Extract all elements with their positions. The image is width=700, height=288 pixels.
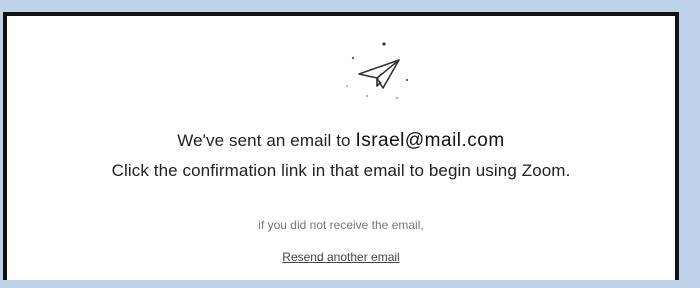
sent-message: We've sent an email to Israel@mail.com — [7, 130, 675, 152]
no-email-hint: if you did not receive the email, — [258, 218, 424, 232]
sent-message-text: We've sent an email to — [177, 131, 356, 150]
confirmation-instruction: Click the confirmation link in that emai… — [111, 161, 571, 180]
paper-plane-icon — [346, 42, 409, 99]
resend-email-link[interactable]: Resend another email — [282, 250, 399, 264]
resend-container: Resend another email — [7, 250, 675, 264]
confirmation-panel: We've sent an email to Israel@mail.com C… — [3, 12, 679, 280]
email-address: Israel@mail.com — [355, 130, 505, 151]
